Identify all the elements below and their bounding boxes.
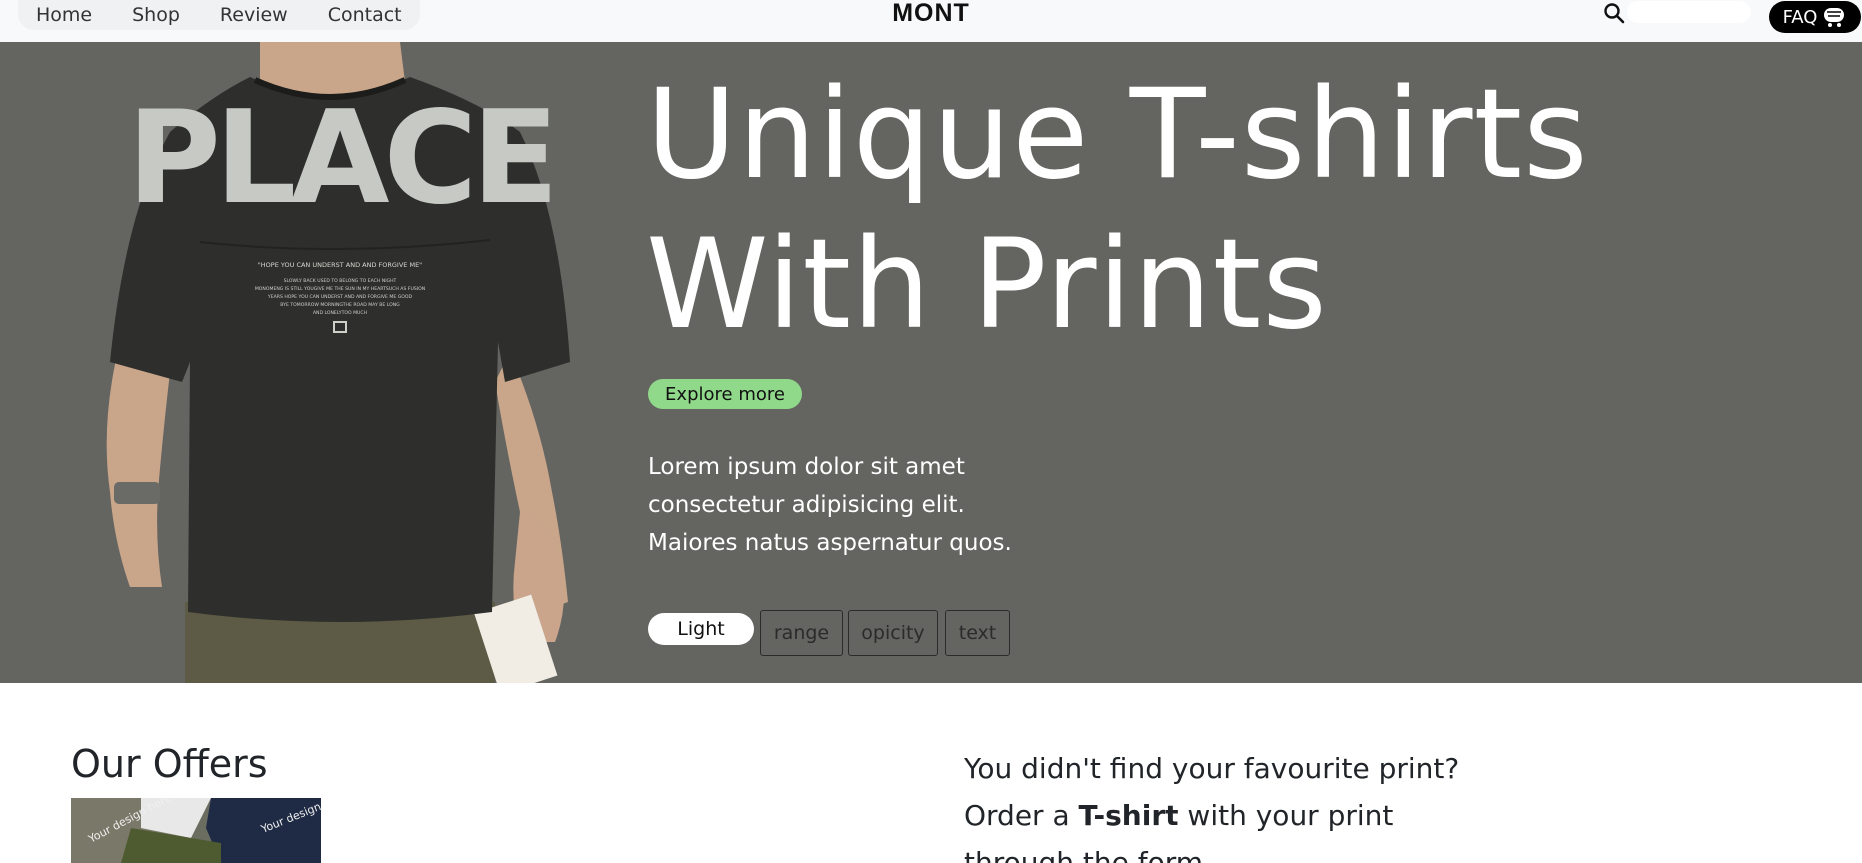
navbar: Home Shop Review Contact MONT FAQ (0, 0, 1862, 42)
tshirt-model-image: PLACE "HOPE YOU CAN UNDERST AND AND FORG… (106, 42, 570, 683)
search-input[interactable] (1627, 1, 1751, 23)
tshirt-back-print: PLACE (127, 84, 553, 233)
hero-title-line: With Prints (646, 213, 1328, 357)
faq-button[interactable]: FAQ (1769, 1, 1861, 33)
search-icon[interactable] (1602, 1, 1626, 25)
hero-description: Lorem ipsum dolor sit amet consectetur a… (648, 448, 1048, 562)
promo-highlight: T-shirt (1078, 799, 1179, 832)
tshirt-print-line: AND LONELYTOO MUCH (313, 310, 367, 316)
nav-link-contact[interactable]: Contact (328, 4, 402, 26)
explore-more-button[interactable]: Explore more (648, 379, 802, 409)
faq-label: FAQ (1782, 6, 1818, 28)
hero-description-line: Lorem ipsum dolor sit amet (648, 454, 965, 480)
nav-link-home[interactable]: Home (36, 4, 92, 26)
offers-title: Our Offers (71, 742, 268, 786)
tshirt-print-line: BYE TOMORROW MORNINGTHE ROAD MAY BE LONG (280, 302, 400, 308)
tshirt-print-line: YEARS HOPE YOU CAN UNDERST AND AND FORGI… (267, 294, 413, 300)
tshirt-print-line: MONOMENG IS STILL YOUGIVE ME THE SUN IN … (255, 286, 425, 292)
nav-links: Home Shop Review Contact (18, 0, 420, 30)
offer-thumbnail-image[interactable]: Your design here Your design here (71, 798, 321, 863)
tshirt-print-tagline: "HOPE YOU CAN UNDERST AND AND FORGIVE ME… (258, 261, 422, 269)
promo-line: through the form (964, 846, 1204, 863)
text-button[interactable]: text (945, 610, 1010, 656)
nav-link-review[interactable]: Review (220, 4, 288, 26)
hero-title-line: Unique T-shirts (646, 63, 1589, 207)
promo-line: Order a T-shirt with your print (964, 792, 1524, 839)
promo-line: You didn't find your favourite print? (964, 752, 1460, 785)
custom-print-promo: You didn't find your favourite print? Or… (964, 745, 1524, 863)
opicity-button[interactable]: opicity (848, 610, 938, 656)
hero-section: PLACE "HOPE YOU CAN UNDERST AND AND FORG… (0, 42, 1862, 683)
promo-text: with your print (1178, 799, 1394, 832)
nav-link-shop[interactable]: Shop (132, 4, 180, 26)
range-button[interactable]: range (760, 610, 843, 656)
tshirt-print-line: SLOWLY BACK USED TO BELONG TO EACH NIGHT (284, 278, 397, 284)
hero-description-line: Maiores natus aspernatur quos. (648, 530, 1012, 556)
light-button[interactable]: Light (648, 613, 754, 645)
cart-icon (1824, 8, 1845, 27)
hero-title: Unique T-shirts With Prints (646, 60, 1646, 360)
promo-text: Order a (964, 799, 1079, 832)
hero-description-line: consectetur adipisicing elit. (648, 492, 965, 518)
